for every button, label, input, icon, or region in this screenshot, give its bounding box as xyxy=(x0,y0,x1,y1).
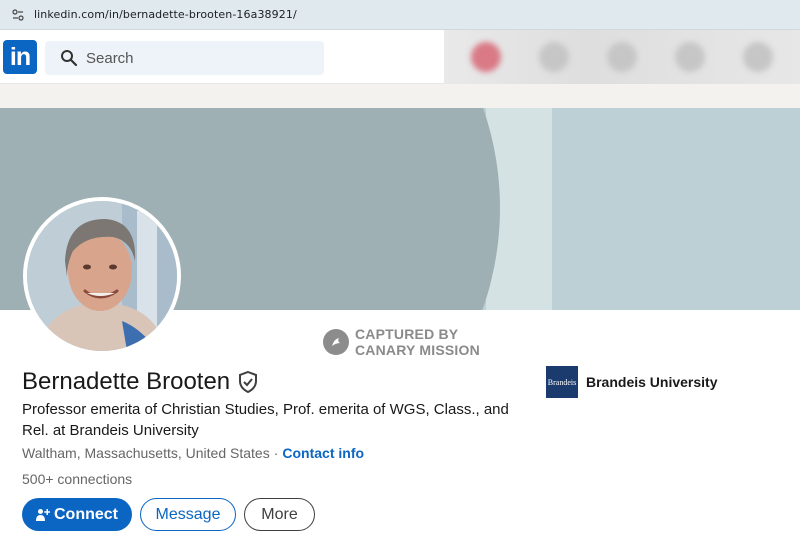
profile-location: Waltham, Massachusetts, United States xyxy=(22,445,270,461)
search-icon xyxy=(60,49,78,67)
connect-label: Connect xyxy=(54,505,118,523)
canary-bird-icon xyxy=(323,329,349,355)
separator-dot: · xyxy=(273,445,279,461)
contact-info-link[interactable]: Contact info xyxy=(282,445,364,461)
watermark-line1: CAPTURED BY xyxy=(355,326,459,342)
nav-items-blurred xyxy=(444,30,800,84)
education-name: Brandeis University xyxy=(586,374,718,390)
browser-url-bar[interactable]: linkedin.com/in/bernadette-brooten-16a38… xyxy=(0,0,800,30)
message-button[interactable]: Message xyxy=(140,498,236,531)
brandeis-logo: Brandeis xyxy=(546,366,578,398)
blurred-nav-icon xyxy=(539,42,569,72)
canary-mission-watermark: CAPTURED BY CANARY MISSION xyxy=(323,326,480,358)
global-nav: in xyxy=(0,30,800,84)
watermark-line2: CANARY MISSION xyxy=(355,342,480,358)
connections-count[interactable]: 500+ connections xyxy=(22,471,132,487)
blurred-nav-icon xyxy=(471,42,501,72)
page-background xyxy=(0,84,800,108)
verified-shield-icon[interactable] xyxy=(238,370,258,394)
profile-name-row: Bernadette Brooten xyxy=(22,368,258,396)
education-entry[interactable]: Brandeis Brandeis University xyxy=(546,366,718,398)
profile-actions: Connect Message More xyxy=(22,498,323,531)
blurred-nav-icon xyxy=(743,42,773,72)
connect-button[interactable]: Connect xyxy=(22,498,132,531)
more-button[interactable]: More xyxy=(244,498,315,531)
profile-photo[interactable] xyxy=(23,197,181,355)
profile-name: Bernadette Brooten xyxy=(22,368,231,395)
url-text[interactable]: linkedin.com/in/bernadette-brooten-16a38… xyxy=(34,8,297,21)
search-input[interactable] xyxy=(86,49,306,67)
add-person-icon xyxy=(36,508,51,522)
search-box[interactable] xyxy=(45,41,324,75)
site-settings-icon[interactable] xyxy=(10,7,26,23)
location-row: Waltham, Massachusetts, United States · … xyxy=(22,445,364,461)
blurred-nav-icon xyxy=(675,42,705,72)
profile-headline: Professor emerita of Christian Studies, … xyxy=(22,401,509,439)
linkedin-logo[interactable]: in xyxy=(3,40,37,74)
blurred-nav-icon xyxy=(607,42,637,72)
